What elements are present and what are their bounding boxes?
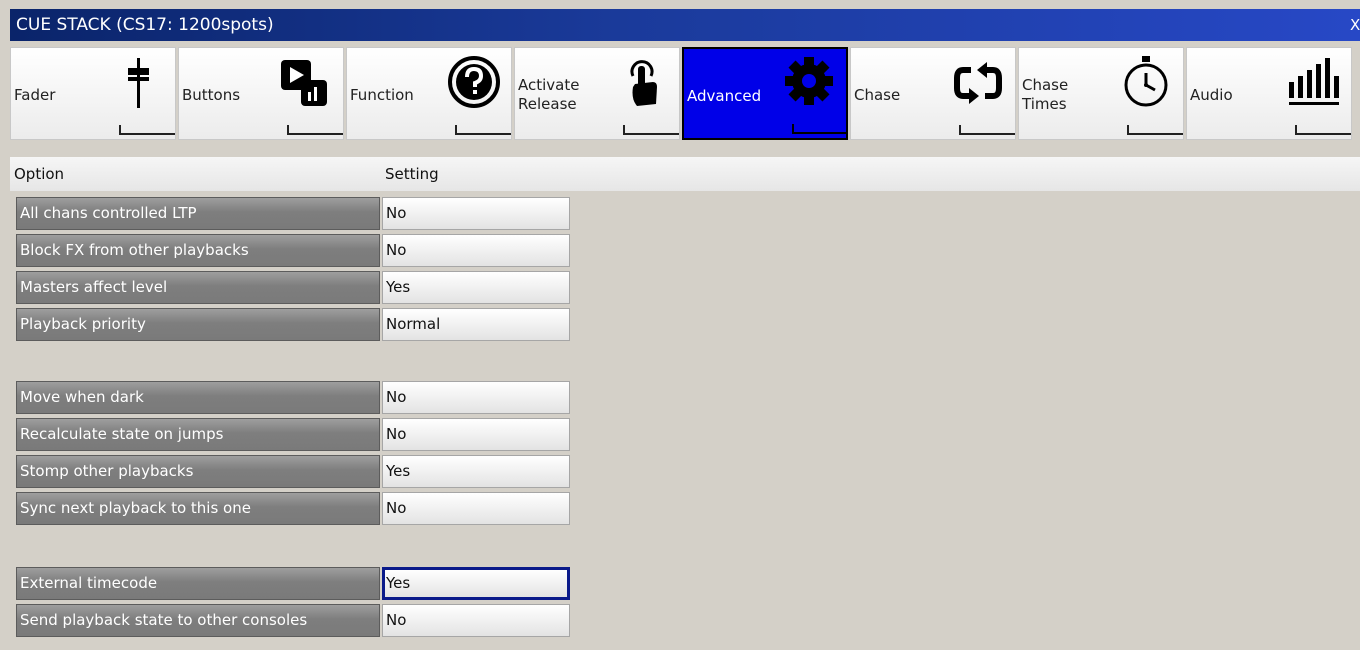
- setting-value[interactable]: No: [382, 492, 570, 525]
- tab-chase-times[interactable]: Chase Times: [1018, 47, 1184, 140]
- tab-label: Chase: [854, 86, 901, 104]
- tab-buttons[interactable]: Buttons: [178, 47, 344, 140]
- table-row: External timecode Yes: [16, 567, 570, 602]
- tab-label: Buttons: [182, 86, 241, 104]
- setting-value[interactable]: No: [382, 234, 570, 267]
- tab-label: Chase Times: [1022, 76, 1069, 113]
- tab-bar: Fader Buttons Function Activate Release …: [10, 43, 1360, 143]
- setting-value[interactable]: No: [382, 418, 570, 451]
- tab-fader[interactable]: Fader: [10, 47, 176, 140]
- audio-meter-icon: [1289, 58, 1339, 105]
- table-row: Move when dark No: [16, 381, 570, 416]
- stopwatch-icon: [1124, 56, 1168, 107]
- setting-value[interactable]: No: [382, 381, 570, 414]
- tab-chase[interactable]: Chase: [850, 47, 1016, 140]
- tab-label: Fader: [14, 86, 56, 104]
- tab-label: Advanced: [687, 87, 762, 105]
- setting-value[interactable]: Yes: [382, 455, 570, 488]
- tab-advanced[interactable]: Advanced: [682, 47, 848, 140]
- window-title: CUE STACK (CS17: 1200spots): [16, 15, 274, 35]
- tab-activate-release[interactable]: Activate Release: [514, 47, 680, 140]
- tab-label: Function: [350, 86, 414, 104]
- table-row: Recalculate state on jumps No: [16, 418, 570, 453]
- setting-value[interactable]: Yes: [382, 271, 570, 304]
- tab-label: Activate Release: [518, 76, 580, 113]
- setting-value-selected[interactable]: Yes: [382, 567, 570, 600]
- window-title-bar: CUE STACK (CS17: 1200spots) X: [10, 9, 1360, 41]
- option-label: All chans controlled LTP: [16, 197, 380, 230]
- setting-value[interactable]: Normal: [382, 308, 570, 341]
- table-row: Masters affect level Yes: [16, 271, 570, 306]
- table-row: Block FX from other playbacks No: [16, 234, 570, 269]
- tab-function[interactable]: Function: [346, 47, 512, 140]
- option-label: Move when dark: [16, 381, 380, 414]
- option-label: Send playback state to other consoles: [16, 604, 380, 637]
- gear-icon: [785, 57, 833, 105]
- cycle-arrows-icon: [954, 62, 1002, 104]
- option-label: Block FX from other playbacks: [16, 234, 380, 267]
- table-row: Stomp other playbacks Yes: [16, 455, 570, 490]
- tab-label: Audio: [1190, 86, 1233, 104]
- option-label: Stomp other playbacks: [16, 455, 380, 488]
- help-circle-icon: [448, 56, 500, 108]
- play-buttons-icon: [281, 60, 327, 106]
- option-label: Playback priority: [16, 308, 380, 341]
- table-header: Option Setting: [10, 157, 1360, 191]
- option-label: Recalculate state on jumps: [16, 418, 380, 451]
- table-row: All chans controlled LTP No: [16, 197, 570, 232]
- table-row: Sync next playback to this one No: [16, 492, 570, 527]
- setting-value[interactable]: No: [382, 604, 570, 637]
- setting-value[interactable]: No: [382, 197, 570, 230]
- column-header-option: Option: [14, 165, 65, 183]
- tab-audio[interactable]: Audio: [1186, 47, 1352, 140]
- option-label: Masters affect level: [16, 271, 380, 304]
- column-header-setting: Setting: [385, 165, 439, 183]
- table-row: Send playback state to other consoles No: [16, 604, 570, 639]
- touch-icon: [630, 60, 657, 106]
- close-icon[interactable]: X: [1350, 9, 1360, 41]
- option-label: External timecode: [16, 567, 380, 600]
- fader-icon: [128, 58, 149, 108]
- option-label: Sync next playback to this one: [16, 492, 380, 525]
- table-row: Playback priority Normal: [16, 308, 570, 343]
